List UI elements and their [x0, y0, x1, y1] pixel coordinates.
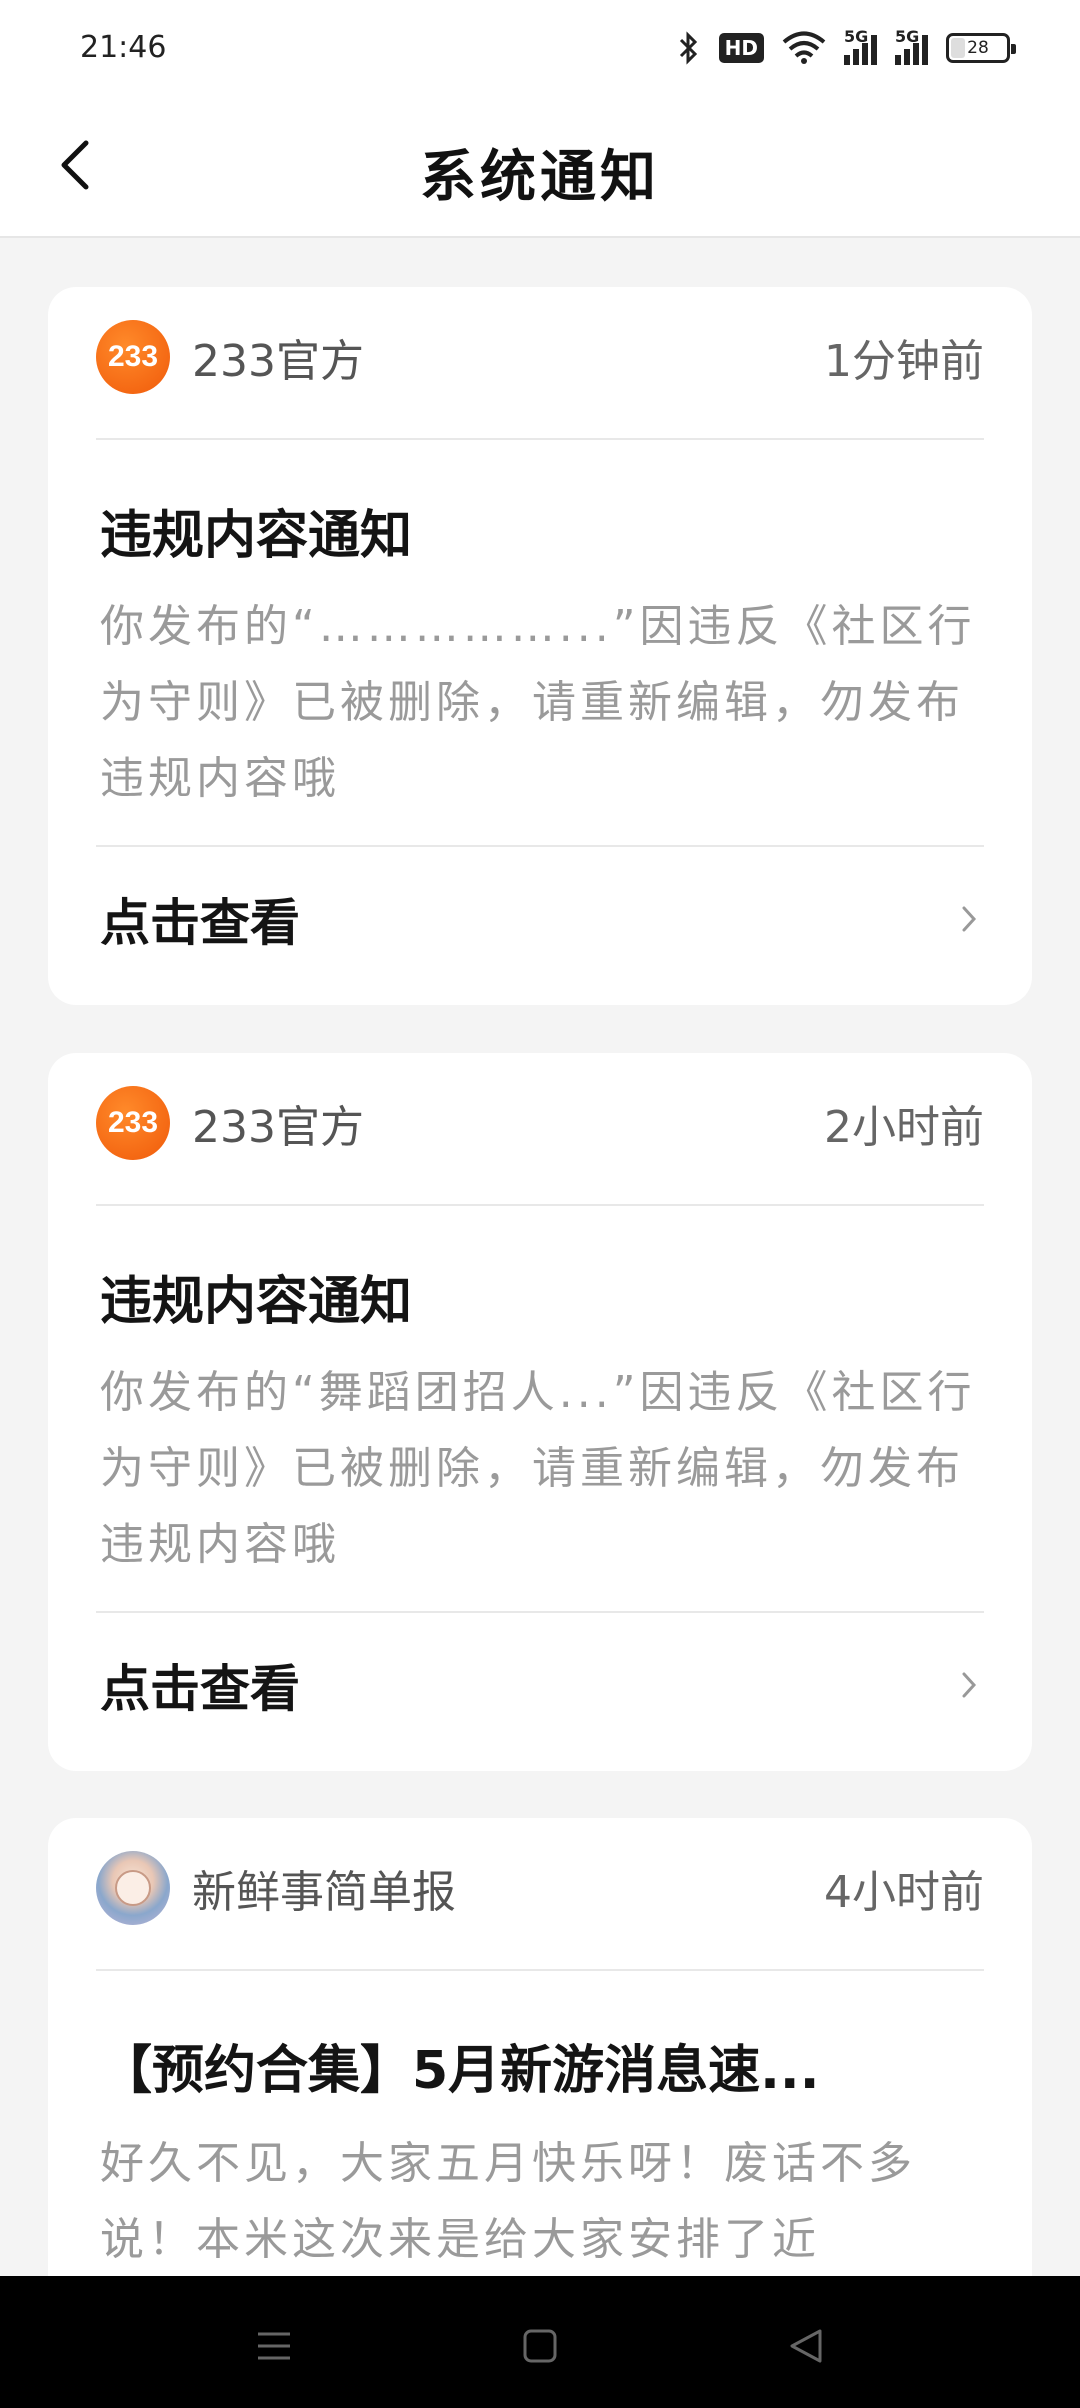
card-header: 新鲜事简单报 4小时前	[96, 1848, 984, 1928]
page-title: 系统通知	[420, 145, 660, 210]
message-body: 好久不见，大家五月快乐呀！废话不多说！本米这次来是给大家安排了近	[100, 2138, 916, 2265]
timestamp: 4小时前	[824, 1867, 984, 1918]
avatar[interactable]	[96, 1851, 170, 1925]
view-details-link[interactable]: 点击查看	[100, 1645, 984, 1725]
hd-badge: HD	[718, 33, 764, 63]
wifi-icon	[782, 31, 826, 64]
signal-icon-2: 5G	[895, 27, 928, 65]
notification-card[interactable]: 新鲜事简单报 4小时前 【预约合集】5月新游消息速... 好久不见，大家五月快乐…	[48, 1818, 1032, 2338]
battery-level: 28	[967, 38, 989, 58]
nav-bar: 系统通知	[0, 96, 1080, 238]
status-icons: HD 5G 5G 28	[677, 27, 1016, 68]
divider	[96, 845, 984, 847]
notification-card[interactable]: 233 233官方 1分钟前 违规内容通知 你发布的“……………...”因违反《…	[48, 287, 1032, 1005]
home-button[interactable]	[510, 2316, 570, 2376]
home-icon	[523, 2329, 557, 2363]
status-time: 21:46	[80, 30, 167, 65]
system-nav-bar	[0, 2276, 1080, 2408]
divider	[96, 1204, 984, 1206]
message-body: 你发布的“……………...”因违反《社区行为守则》已被删除，请重新编辑，勿发布违…	[100, 601, 976, 804]
triangle-back-icon	[790, 2329, 822, 2363]
sender-name: 新鲜事简单报	[192, 1867, 456, 1918]
card-header: 233 233官方 1分钟前	[96, 317, 984, 397]
status-bar: 21:46 HD 5G 5G 28	[0, 0, 1080, 96]
view-details-label: 点击查看	[100, 1660, 300, 1718]
menu-icon	[258, 2332, 290, 2360]
sender-name: 233官方	[192, 336, 364, 387]
signal-icon: 5G	[844, 27, 877, 65]
chevron-right-icon	[962, 1672, 977, 1698]
view-details-label: 点击查看	[100, 894, 300, 952]
timestamp: 2小时前	[824, 1102, 984, 1153]
message-title: 【预约合集】5月新游消息速...	[100, 2041, 820, 2101]
battery-icon: 28	[946, 33, 1016, 63]
card-header: 233 233官方 2小时前	[96, 1083, 984, 1163]
divider	[96, 1611, 984, 1613]
chevron-right-icon	[962, 906, 977, 932]
message-title: 违规内容通知	[100, 1272, 413, 1332]
sender-name: 233官方	[192, 1102, 364, 1153]
message-body: 你发布的“舞蹈团招人...”因违反《社区行为守则》已被删除，请重新编辑，勿发布违…	[100, 1367, 976, 1570]
timestamp: 1分钟前	[824, 336, 984, 387]
view-details-link[interactable]: 点击查看	[100, 879, 984, 959]
avatar[interactable]: 233	[96, 1086, 170, 1160]
divider	[96, 438, 984, 440]
notification-card[interactable]: 233 233官方 2小时前 违规内容通知 你发布的“舞蹈团招人...”因违反《…	[48, 1053, 1032, 1771]
divider	[96, 1969, 984, 1971]
bluetooth-icon	[679, 31, 697, 65]
avatar[interactable]: 233	[96, 320, 170, 394]
menu-button[interactable]	[244, 2316, 304, 2376]
message-title: 违规内容通知	[100, 506, 413, 566]
back-nav-button[interactable]	[776, 2316, 836, 2376]
